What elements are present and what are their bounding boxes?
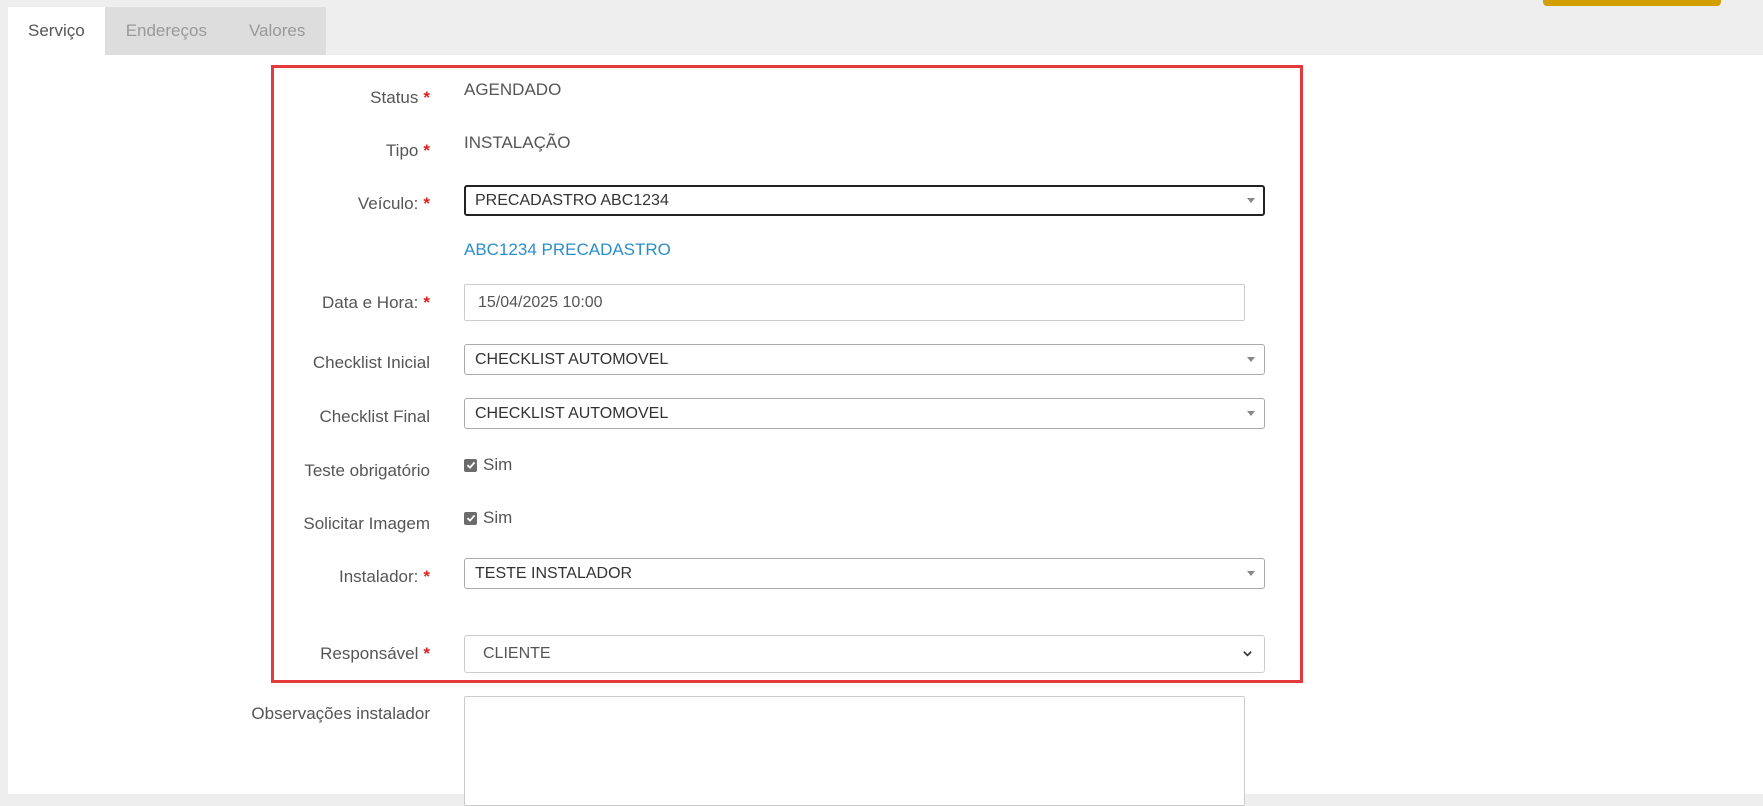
- checkmark-icon: [466, 514, 475, 522]
- instalador-label: Instalador: *: [338, 567, 430, 586]
- top-action-button-edge[interactable]: [1543, 0, 1721, 6]
- veiculo-select[interactable]: PRECADASTRO ABC1234: [464, 185, 1265, 216]
- dropdown-arrow-icon: [1247, 198, 1255, 203]
- observacoes-textarea[interactable]: [464, 696, 1245, 806]
- required-marker: *: [423, 141, 430, 160]
- required-marker: *: [423, 293, 430, 312]
- teste-obrigatorio-label: Teste obrigatório: [304, 461, 430, 480]
- veiculo-label: Veículo: *: [357, 194, 430, 213]
- teste-obrigatorio-checkbox[interactable]: [464, 458, 477, 472]
- required-marker: *: [423, 644, 430, 663]
- checklist-inicial-label: Checklist Inicial: [312, 353, 430, 372]
- dropdown-arrow-icon: [1247, 571, 1255, 576]
- tipo-label: Tipo *: [385, 141, 430, 160]
- observacoes-label: Observações instalador: [251, 704, 430, 723]
- status-value: AGENDADO: [464, 80, 562, 99]
- responsavel-label: Responsável *: [320, 644, 430, 663]
- veiculo-link[interactable]: ABC1234 PRECADASTRO: [464, 240, 671, 260]
- checklist-final-label: Checklist Final: [319, 407, 430, 426]
- data-hora-label: Data e Hora: *: [321, 293, 430, 312]
- required-marker: *: [423, 194, 430, 213]
- checklist-inicial-select[interactable]: CHECKLIST AUTOMOVEL: [464, 344, 1265, 375]
- checklist-final-select[interactable]: CHECKLIST AUTOMOVEL: [464, 398, 1265, 429]
- checklist-final-value: CHECKLIST AUTOMOVEL: [475, 405, 669, 422]
- tab-servico[interactable]: Serviço: [8, 7, 105, 55]
- tab-bar: Serviço Endereços Valores: [8, 7, 327, 55]
- instalador-select[interactable]: TESTE INSTALADOR: [464, 558, 1265, 589]
- tab-enderecos[interactable]: Endereços: [104, 7, 228, 55]
- tipo-value: INSTALAÇÃO: [464, 133, 571, 152]
- chevron-down-icon: [1243, 651, 1252, 657]
- dropdown-arrow-icon: [1247, 357, 1255, 362]
- required-marker: *: [423, 567, 430, 586]
- veiculo-select-value: PRECADASTRO ABC1234: [475, 192, 669, 209]
- solicitar-imagem-option: Sim: [483, 508, 513, 527]
- data-hora-input[interactable]: 15/04/2025 10:00: [464, 284, 1245, 321]
- solicitar-imagem-label: Solicitar Imagem: [303, 514, 430, 533]
- instalador-value: TESTE INSTALADOR: [475, 565, 633, 582]
- responsavel-select[interactable]: CLIENTE: [464, 635, 1265, 673]
- checkmark-icon: [466, 461, 475, 469]
- status-label: Status *: [370, 88, 430, 107]
- solicitar-imagem-checkbox-row: Sim: [464, 508, 512, 528]
- solicitar-imagem-checkbox[interactable]: [464, 511, 477, 525]
- responsavel-value: CLIENTE: [483, 645, 551, 662]
- teste-obrigatorio-option: Sim: [483, 455, 513, 474]
- dropdown-arrow-icon: [1247, 411, 1255, 416]
- teste-obrigatorio-checkbox-row: Sim: [464, 455, 512, 475]
- checklist-inicial-value: CHECKLIST AUTOMOVEL: [475, 351, 669, 368]
- tab-valores[interactable]: Valores: [227, 7, 327, 55]
- required-marker: *: [423, 88, 430, 107]
